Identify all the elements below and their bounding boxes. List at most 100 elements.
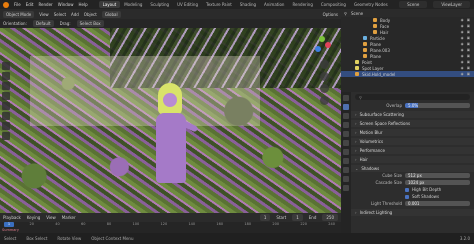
blender-logo-icon[interactable] xyxy=(3,1,9,8)
camera-view-icon[interactable] xyxy=(320,84,329,93)
section-hair[interactable]: › Hair xyxy=(351,156,474,163)
outliner-filter-icon[interactable]: ⚲ xyxy=(344,11,347,16)
particles-tab-icon[interactable] xyxy=(343,167,349,173)
overlap-slider[interactable]: 5.0% xyxy=(405,103,470,108)
measure-tool-icon[interactable] xyxy=(2,132,10,140)
cascade-size-dropdown[interactable]: 1024 px xyxy=(405,180,470,185)
world-tab-icon[interactable] xyxy=(343,140,349,146)
view-layer-field[interactable]: ViewLayer xyxy=(433,1,470,8)
section-subsurface[interactable]: › Subsurface Scattering xyxy=(351,111,474,118)
tab-texture-paint[interactable]: Texture Paint xyxy=(202,1,236,8)
mode-dropdown[interactable]: Object Mode xyxy=(3,10,35,18)
tool-tab-icon[interactable] xyxy=(343,95,349,101)
menu-render[interactable]: Render xyxy=(38,2,52,7)
navigation-gizmo[interactable] xyxy=(311,34,333,56)
pan-hand-icon[interactable] xyxy=(320,72,329,81)
tab-rendering[interactable]: Rendering xyxy=(288,1,316,8)
render-camera-icon[interactable]: ▣ xyxy=(467,18,470,22)
summary-channel[interactable]: Summary xyxy=(2,228,19,232)
end-frame-field[interactable]: 250 xyxy=(322,214,338,221)
menu-marker[interactable]: Marker xyxy=(62,215,76,220)
section-volumetrics[interactable]: › Volumetrics xyxy=(351,138,474,145)
tab-geometry-nodes[interactable]: Geometry Nodes xyxy=(350,1,392,8)
view-layer-tab-icon[interactable] xyxy=(343,122,349,128)
render-camera-icon[interactable]: ▣ xyxy=(467,36,470,40)
render-camera-icon[interactable]: ▣ xyxy=(467,24,470,28)
3d-viewport[interactable] xyxy=(0,28,341,213)
menu-timeline-view[interactable]: View xyxy=(46,215,56,220)
outliner-row[interactable]: Skid.Hold_model ◉ ▣ xyxy=(341,71,474,77)
menu-keying[interactable]: Keying xyxy=(27,215,40,220)
physics-tab-icon[interactable] xyxy=(343,176,349,182)
cursor-tool-icon[interactable] xyxy=(2,72,10,80)
visibility-eye-icon[interactable]: ◉ xyxy=(461,36,464,40)
scene-field[interactable]: Scene xyxy=(399,1,428,8)
move-tool-icon[interactable] xyxy=(2,82,10,90)
render-camera-icon[interactable]: ▣ xyxy=(467,60,470,64)
object-tab-icon[interactable] xyxy=(343,149,349,155)
character-model[interactable] xyxy=(150,83,210,203)
visibility-eye-icon[interactable]: ◉ xyxy=(461,18,464,22)
output-tab-icon[interactable] xyxy=(343,113,349,119)
visibility-eye-icon[interactable]: ◉ xyxy=(461,60,464,64)
tab-layout[interactable]: Layout xyxy=(98,1,121,8)
section-motion-blur[interactable]: › Motion Blur xyxy=(351,129,474,136)
visibility-eye-icon[interactable]: ◉ xyxy=(461,54,464,58)
drag-dropdown[interactable]: Select Box xyxy=(76,20,104,27)
transform-orientation-dropdown[interactable]: Global xyxy=(101,10,121,18)
annotate-tool-icon[interactable] xyxy=(2,122,10,130)
options-button[interactable]: Options xyxy=(323,12,338,17)
modifier-tab-icon[interactable] xyxy=(343,158,349,164)
menu-playback[interactable]: Playback xyxy=(3,215,21,220)
high-bit-depth-checkbox[interactable]: High Bit Depth xyxy=(351,186,474,193)
section-performance[interactable]: › Performance xyxy=(351,147,474,154)
render-camera-icon[interactable]: ▣ xyxy=(467,66,470,70)
section-ssr[interactable]: › Screen Space Reflections xyxy=(351,120,474,127)
scale-tool-icon[interactable] xyxy=(2,102,10,110)
transform-tool-icon[interactable] xyxy=(2,112,10,120)
tab-uv-editing[interactable]: UV Editing xyxy=(173,1,202,8)
visibility-eye-icon[interactable]: ◉ xyxy=(461,66,464,70)
visibility-eye-icon[interactable]: ◉ xyxy=(461,30,464,34)
rotate-tool-icon[interactable] xyxy=(2,92,10,100)
cube-size-dropdown[interactable]: 512 px xyxy=(405,173,470,178)
render-tab-icon[interactable] xyxy=(343,104,349,110)
timeline[interactable]: 0 20 40 60 80 100 120 140 160 180 200 22… xyxy=(0,222,341,233)
menu-window[interactable]: Window xyxy=(58,2,74,7)
x-axis-icon[interactable] xyxy=(325,42,331,48)
material-tab-icon[interactable] xyxy=(343,185,349,191)
properties-search-input[interactable]: ⚲ xyxy=(355,94,470,100)
visibility-eye-icon[interactable]: ◉ xyxy=(461,24,464,28)
z-axis-icon[interactable] xyxy=(315,46,321,52)
section-shadows[interactable]: ⌄ Shadows xyxy=(351,165,474,172)
tab-modeling[interactable]: Modeling xyxy=(120,1,146,8)
menu-object[interactable]: Object xyxy=(84,12,97,17)
menu-select[interactable]: Select xyxy=(54,12,66,17)
scene-tab-icon[interactable] xyxy=(343,131,349,137)
soft-shadows-checkbox[interactable]: Soft Shadows xyxy=(351,193,474,200)
tab-compositing[interactable]: Compositing xyxy=(317,1,350,8)
visibility-eye-icon[interactable]: ◉ xyxy=(461,48,464,52)
light-threshold-field[interactable]: 0.001 xyxy=(405,201,470,206)
menu-add[interactable]: Add xyxy=(71,12,79,17)
render-camera-icon[interactable]: ▣ xyxy=(467,42,470,46)
visibility-eye-icon[interactable]: ◉ xyxy=(461,72,464,76)
menu-file[interactable]: File xyxy=(14,2,21,7)
playhead[interactable]: 1 xyxy=(4,222,14,227)
tab-sculpting[interactable]: Sculpting xyxy=(146,1,173,8)
section-indirect-lighting[interactable]: › Indirect Lighting xyxy=(351,209,474,216)
render-camera-icon[interactable]: ▣ xyxy=(467,48,470,52)
menu-help[interactable]: Help xyxy=(78,2,87,7)
grid-projection-icon[interactable] xyxy=(320,96,329,105)
tab-shading[interactable]: Shading xyxy=(236,1,260,8)
visibility-eye-icon[interactable]: ◉ xyxy=(461,42,464,46)
zoom-icon[interactable] xyxy=(320,60,329,69)
orientation-dropdown[interactable]: Default xyxy=(32,20,54,27)
menu-edit[interactable]: Edit xyxy=(26,2,34,7)
render-camera-icon[interactable]: ▣ xyxy=(467,54,470,58)
start-frame-field[interactable]: 1 xyxy=(292,214,303,221)
menu-view[interactable]: View xyxy=(39,12,49,17)
tab-animation[interactable]: Animation xyxy=(260,1,288,8)
render-camera-icon[interactable]: ▣ xyxy=(467,72,470,76)
y-axis-icon[interactable] xyxy=(319,36,325,42)
